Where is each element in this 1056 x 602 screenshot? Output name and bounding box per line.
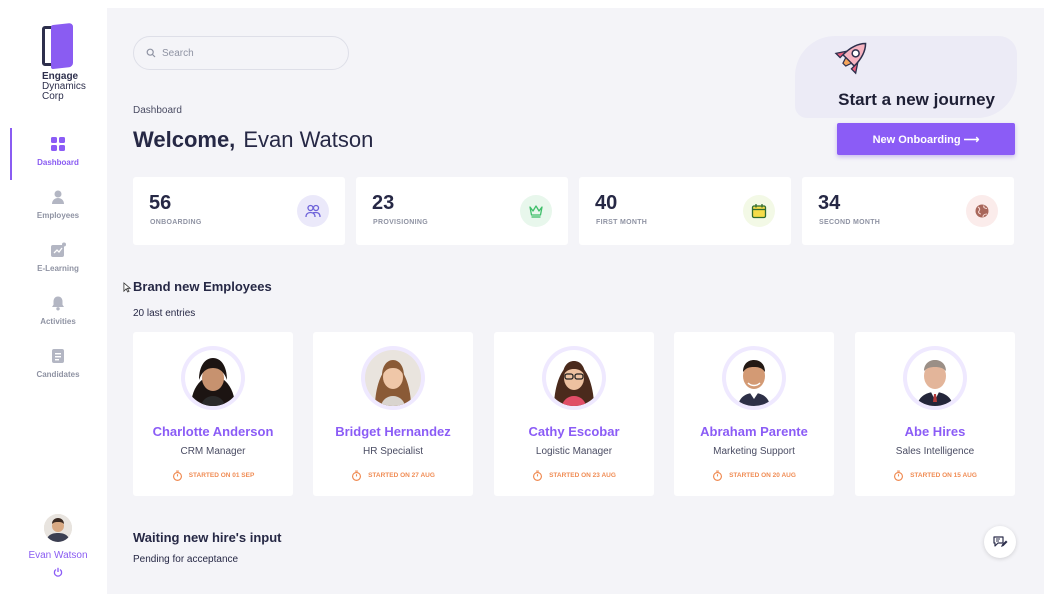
avatar <box>907 350 963 406</box>
section-subtitle: 20 last entries <box>133 308 196 319</box>
person-icon <box>52 190 64 204</box>
sidebar-item-label: Candidates <box>36 370 80 379</box>
avatar-ring <box>361 346 425 410</box>
stopwatch-icon <box>533 470 543 481</box>
crown-icon <box>520 195 552 227</box>
start-date: STARTED ON 27 AUG <box>313 470 473 481</box>
avatar <box>726 350 782 406</box>
power-icon[interactable] <box>53 567 63 577</box>
avatar-ring <box>542 346 606 410</box>
welcome-name: Evan Watson <box>243 127 374 152</box>
employee-card[interactable]: Bridget Hernandez HR Specialist STARTED … <box>313 332 473 496</box>
user-profile[interactable]: Evan Watson <box>10 514 106 577</box>
page-title: Welcome, Evan Watson <box>133 127 373 153</box>
start-date-text: STARTED ON 20 AUG <box>729 472 796 480</box>
avatar[interactable] <box>44 514 72 542</box>
feedback-button[interactable] <box>984 526 1016 558</box>
user-name[interactable]: Evan Watson <box>10 550 106 561</box>
stat-label: SECOND MONTH <box>819 219 881 226</box>
avatar-ring <box>181 346 245 410</box>
avatar <box>365 350 421 406</box>
welcome-word: Welcome, <box>133 127 236 152</box>
hero-title: Start a new journey <box>838 90 995 109</box>
stat-label: FIRST MONTH <box>596 219 648 226</box>
door-logo-icon <box>40 22 74 70</box>
employee-name[interactable]: Charlotte Anderson <box>133 424 293 439</box>
sidebar-item-label: Activities <box>40 317 76 326</box>
sidebar: Engage Dynamics Corp Dashboard Employees… <box>10 8 106 594</box>
sidebar-item-label: Employees <box>36 211 80 220</box>
sidebar-item-activities[interactable]: Activities <box>10 295 106 343</box>
employee-name[interactable]: Bridget Hernandez <box>313 424 473 439</box>
sidebar-item-label: E-Learning <box>37 264 79 273</box>
start-date-text: STARTED ON 15 AUG <box>910 472 977 480</box>
search-icon <box>146 48 156 58</box>
breadcrumb: Dashboard <box>133 105 182 116</box>
avatar <box>546 350 602 406</box>
sidebar-item-elearning[interactable]: E-Learning <box>10 242 106 290</box>
rocket-icon <box>834 42 867 75</box>
company-name: Engage Dynamics Corp <box>42 72 86 102</box>
company-logo[interactable] <box>40 22 74 70</box>
main-content: Dashboard Welcome, Evan Watson Start a ne… <box>107 8 1044 594</box>
employee-role: HR Specialist <box>362 446 424 457</box>
employee-role: Marketing Support <box>713 446 795 457</box>
new-onboarding-button[interactable]: New Onboarding ⟶ <box>837 123 1015 155</box>
stat-label: ONBOARDING <box>150 219 202 226</box>
employee-name[interactable]: Cathy Escobar <box>494 424 654 439</box>
grid-icon <box>51 137 65 151</box>
bell-icon <box>52 296 64 311</box>
stopwatch-icon <box>894 470 904 481</box>
start-date-text: STARTED ON 01 SEP <box>188 472 255 480</box>
stopwatch-icon <box>352 470 362 481</box>
employee-card[interactable]: Cathy Escobar Logistic Manager STARTED O… <box>494 332 654 496</box>
stat-value: 56 <box>149 192 172 214</box>
sidebar-item-candidates[interactable]: Candidates <box>10 348 106 396</box>
employee-role: CRM Manager <box>180 446 246 457</box>
people-icon <box>297 195 329 227</box>
sidebar-item-dashboard[interactable]: Dashboard <box>10 136 106 184</box>
avatar-ring <box>903 346 967 410</box>
section-title-new-employees: Brand new Employees <box>133 279 272 294</box>
stat-card-first-month[interactable]: 40 FIRST MONTH <box>579 177 791 245</box>
stat-card-second-month[interactable]: 34 SECOND MONTH <box>802 177 1014 245</box>
stat-label: PROVISIONING <box>373 219 428 226</box>
employee-name[interactable]: Abraham Parente <box>674 424 834 439</box>
sidebar-item-label: Dashboard <box>37 158 79 167</box>
stat-value: 34 <box>818 192 841 214</box>
avatar-ring <box>722 346 786 410</box>
employee-name[interactable]: Abe Hires <box>855 424 1015 439</box>
employee-role: Logistic Manager <box>535 446 613 457</box>
avatar <box>185 350 241 406</box>
chart-icon <box>51 242 66 257</box>
stat-value: 23 <box>372 192 395 214</box>
start-date: STARTED ON 01 SEP <box>133 470 293 481</box>
edit-note-icon <box>993 536 1008 547</box>
search-box[interactable] <box>133 36 349 70</box>
document-icon <box>52 349 64 363</box>
company-name-line3: Corp <box>42 91 64 102</box>
employee-role: Sales Intelligence <box>895 446 975 457</box>
stat-card-provisioning[interactable]: 23 PROVISIONING <box>356 177 568 245</box>
employee-card[interactable]: Charlotte Anderson CRM Manager STARTED O… <box>133 332 293 496</box>
start-date-text: STARTED ON 23 AUG <box>549 472 616 480</box>
mouse-cursor-icon <box>123 282 132 293</box>
employee-card[interactable]: Abe Hires Sales Intelligence STARTED ON … <box>855 332 1015 496</box>
start-date: STARTED ON 20 AUG <box>674 470 834 481</box>
stopwatch-icon <box>713 470 723 481</box>
stopwatch-icon <box>172 470 182 481</box>
section-title-waiting: Waiting new hire's input <box>133 530 282 545</box>
stat-card-onboarding[interactable]: 56 ONBOARDING <box>133 177 345 245</box>
calendar-icon <box>743 195 775 227</box>
start-date: STARTED ON 15 AUG <box>855 470 1015 481</box>
start-date-text: STARTED ON 27 AUG <box>368 472 435 480</box>
employee-card[interactable]: Abraham Parente Marketing Support STARTE… <box>674 332 834 496</box>
section-subtitle: Pending for acceptance <box>133 554 239 565</box>
start-date: STARTED ON 23 AUG <box>494 470 654 481</box>
sidebar-item-employees[interactable]: Employees <box>10 189 106 237</box>
globe-icon <box>966 195 998 227</box>
stat-value: 40 <box>595 192 618 214</box>
search-input[interactable] <box>162 45 332 61</box>
